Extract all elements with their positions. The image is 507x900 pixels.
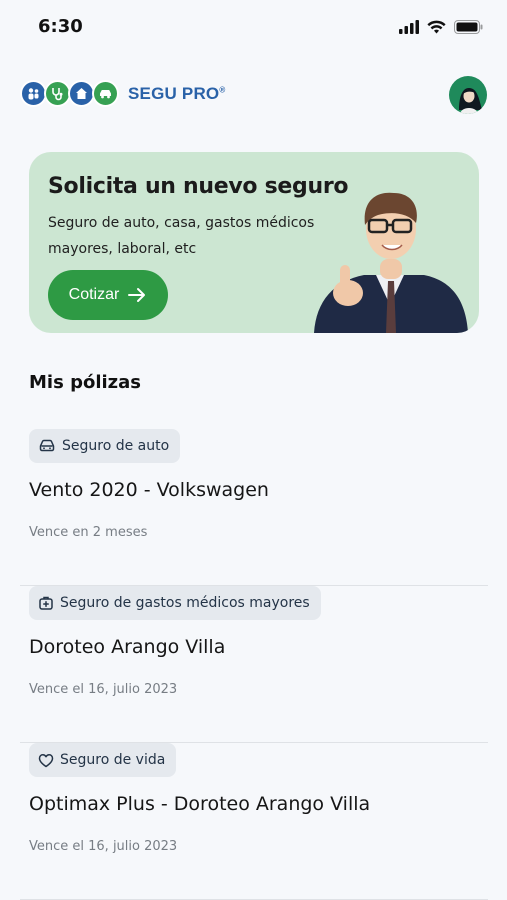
family-logo-icon [20,80,47,107]
status-bar: 6:30 [0,0,507,56]
policy-name: Doroteo Arango Villa [29,636,226,658]
brand-name-text: SEGU PRO [128,83,220,103]
status-icons [399,20,483,34]
brand-registered-mark: ® [219,84,226,94]
medical-kit-icon [39,596,53,610]
policy-expiration: Vence en 2 meses [29,525,148,540]
policy-expiration: Vence el 16, julio 2023 [29,682,178,697]
policy-type-tag: Seguro de vida [29,743,177,777]
status-time: 6:30 [38,16,83,37]
policy-type-label: Seguro de auto [62,438,170,454]
policy-name: Vento 2020 - Volkswagen [29,479,269,501]
arrow-right-icon [128,288,146,302]
app-header: SEGU PRO® [0,76,507,116]
quote-button[interactable]: Cotizar [48,270,168,320]
quote-button-label: Cotizar [68,286,120,303]
promo-subtitle: Seguro de auto, casa, gastos médicos may… [48,215,315,257]
stethoscope-logo-icon [44,80,71,107]
policy-type-tag: Seguro de auto [29,429,181,463]
thumbs-up-businessman-illustration [314,192,468,333]
policy-type-tag: Seguro de gastos médicos mayores [29,586,321,620]
heart-icon [38,753,54,767]
battery-icon [454,20,483,34]
house-logo-icon [68,80,95,107]
car-icon [39,439,55,452]
my-policies-title: Mis pólizas [29,372,141,393]
policy-name: Optimax Plus - Doroteo Arango Villa [29,793,371,815]
policy-card[interactable]: Seguro de vida Optimax Plus - Doroteo Ar… [20,743,488,900]
new-insurance-card: Solicita un nuevo seguro Seguro de auto,… [29,152,479,333]
signal-icon [399,20,419,34]
policy-type-label: Seguro de gastos médicos mayores [60,595,310,611]
car-logo-icon [92,80,119,107]
policy-type-label: Seguro de vida [60,752,166,768]
user-avatar[interactable] [449,76,487,114]
policy-card[interactable]: Seguro de gastos médicos mayores Doroteo… [20,586,488,743]
wifi-icon [427,20,446,34]
avatar-portrait-icon [459,88,482,114]
brand-logo[interactable]: SEGU PRO® [20,80,225,107]
policy-expiration: Vence el 16, julio 2023 [29,839,178,854]
policy-card[interactable]: Seguro de auto Vento 2020 - Volkswagen V… [20,429,488,586]
brand-name: SEGU PRO® [128,84,225,104]
